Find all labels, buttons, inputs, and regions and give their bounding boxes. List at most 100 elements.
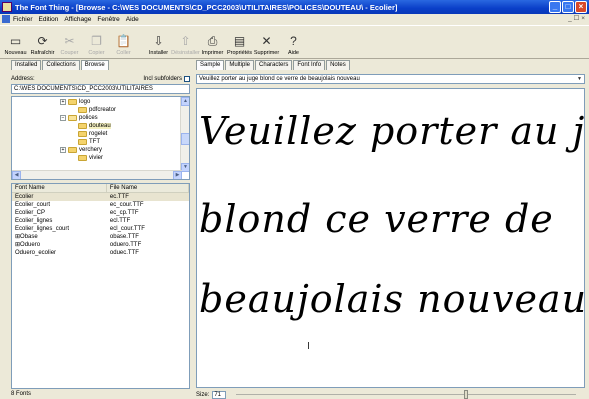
document-icon[interactable] <box>2 15 10 23</box>
tree-item-label: verchery <box>79 147 103 153</box>
menu-fichier[interactable]: Fichier <box>13 16 33 23</box>
tab-installed[interactable]: Installed <box>11 60 42 70</box>
font-name-cell: Ecolier_lignes_court <box>12 225 107 233</box>
font-name: Oduero <box>20 242 41 248</box>
tab-sample[interactable]: Sample <box>196 60 225 70</box>
properties-button[interactable]: ▤ Propriétés <box>226 26 253 58</box>
expand-icon[interactable]: + <box>60 147 66 153</box>
font-row[interactable]: ⊞Oduero oduero.TTF <box>12 241 189 249</box>
print-button[interactable]: ⎙ Imprimer <box>199 26 226 58</box>
size-slider-track[interactable] <box>236 394 576 395</box>
toolbar-button-label: Propriétés <box>226 50 253 56</box>
menu-bar: Fichier Edition Affichage Fenêtre Aide _… <box>0 14 589 24</box>
copy-icon: ❐ <box>91 34 102 48</box>
font-preview[interactable]: Veuillez porter au juge blond ce verre d… <box>196 88 585 388</box>
tab-label: Characters <box>259 62 289 68</box>
mdi-controls[interactable]: _ ☐ × <box>568 14 585 22</box>
install-icon: ⇩ <box>153 34 164 48</box>
size-slider-thumb[interactable] <box>463 390 468 399</box>
scroll-thumb[interactable] <box>181 133 189 145</box>
font-row[interactable]: ⊞Obase obase.TTF <box>12 233 189 241</box>
copy-button: ❐ Copier <box>83 26 110 58</box>
menu-affichage[interactable]: Affichage <box>64 16 91 23</box>
column-font-name[interactable]: Font Name <box>12 184 107 192</box>
toolbar-button-label: Copier <box>88 50 105 56</box>
menu-fenetre[interactable]: Fenêtre <box>97 16 119 23</box>
collapse-icon[interactable]: − <box>60 115 66 121</box>
font-row[interactable]: Ecolier_lignes ecl.TTF <box>12 217 189 225</box>
font-list[interactable]: Font Name File Name Ecolier ec.TTF Ecolier… <box>11 183 190 389</box>
scroll-down-icon[interactable]: ▼ <box>181 163 189 172</box>
delete-icon: ✕ <box>261 34 272 48</box>
uninstall-button: ⇧ Désinstaller <box>171 26 200 58</box>
tree-item[interactable]: vivier <box>78 155 103 161</box>
font-row[interactable]: Oduero_ecolier oduec.TTF <box>12 249 189 257</box>
folder-icon <box>78 123 87 129</box>
tree-item-label: rogelet <box>89 131 108 137</box>
tab-browse[interactable]: Browse <box>80 60 109 70</box>
menu-edition[interactable]: Edition <box>39 16 59 23</box>
include-subfolders[interactable]: Incl subfolders <box>143 76 190 82</box>
size-row: Size: 71 <box>196 390 589 399</box>
status-font-count: 8 Fonts <box>11 391 32 397</box>
column-file-name[interactable]: File Name <box>107 184 189 192</box>
scroll-left-icon[interactable]: ◀ <box>12 171 21 179</box>
install-button[interactable]: ⇩ Installer <box>145 26 172 58</box>
font-name-cell: Ecolier <box>12 193 107 201</box>
tree-item[interactable]: pdfcreator <box>78 107 116 113</box>
font-row[interactable]: Ecolier_court ec_cour.TTF <box>12 201 189 209</box>
tab-multiple[interactable]: Multiple <box>225 60 255 70</box>
address-input[interactable]: C:\WES DOCUMENTS\CD_PCC2003\UTILITAIRES <box>11 84 190 94</box>
tab-label: Browse <box>84 62 105 68</box>
preview-line: Veuillez porter au juge <box>199 109 585 153</box>
size-input[interactable]: 71 <box>212 390 227 399</box>
font-name: Ecolier_lignes_court <box>15 226 70 232</box>
help-icon: ? <box>290 34 297 48</box>
scroll-up-icon[interactable]: ▲ <box>181 97 189 106</box>
toolbar-button-label: Coller <box>116 50 131 56</box>
panel-splitter[interactable] <box>192 60 195 399</box>
new-window-button[interactable]: ▭ Nouveau <box>2 26 29 58</box>
menu-aide[interactable]: Aide <box>126 16 139 23</box>
include-subfolders-checkbox[interactable] <box>184 76 190 82</box>
font-row[interactable]: Ecolier ec.TTF <box>12 193 189 201</box>
toolbar: ▭ Nouveau ⟳ Rafraîchir ✂ Couper ❐ Copier 📋 Coller… <box>0 25 589 59</box>
delete-button[interactable]: ✕ Supprimer <box>253 26 280 58</box>
tab-collections[interactable]: Collections <box>42 60 80 70</box>
address-row: Address: Incl subfolders <box>11 76 190 82</box>
help-button[interactable]: ? Aide <box>280 26 307 58</box>
tab-font-info[interactable]: Font Info <box>293 60 326 70</box>
chevron-down-icon[interactable]: ▼ <box>575 75 584 83</box>
tab-notes[interactable]: Notes <box>326 60 350 70</box>
tree-item[interactable]: rogelet <box>78 131 107 137</box>
file-name-cell: ecl_cour.TTF <box>109 226 145 232</box>
folder-tree[interactable]: + logo pdfcreator − polices douteau rogelet TFT… <box>11 96 190 180</box>
tree-item[interactable]: − polices <box>60 115 98 121</box>
folder-icon <box>78 139 87 145</box>
window-title: The Font Thing - [Browse - C:\WES DOCUME… <box>15 2 398 12</box>
close-button[interactable]: × <box>575 1 587 13</box>
folder-icon <box>78 107 87 113</box>
tree-item-label: vivier <box>89 155 104 161</box>
tree-item[interactable]: douteau <box>78 123 111 129</box>
font-row[interactable]: Ecolier_CP ec_cp.TTF <box>12 209 189 217</box>
sample-text-input[interactable]: Veuillez porter au juge blond ce verre d… <box>196 74 585 84</box>
toolbar-button-label: Installer <box>148 50 169 56</box>
font-list-header: Font Name File Name <box>12 184 189 193</box>
scroll-right-icon[interactable]: ▶ <box>173 171 182 179</box>
maximize-button[interactable]: □ <box>562 1 574 13</box>
minimize-button[interactable]: _ <box>549 1 561 13</box>
tree-horizontal-scrollbar[interactable]: ◀ ▶ <box>12 170 182 179</box>
tree-item-label: pdfcreator <box>89 107 117 113</box>
tree-item[interactable]: TFT <box>78 139 100 145</box>
file-name-cell: ecl.TTF <box>109 218 131 224</box>
expand-icon[interactable]: + <box>60 99 66 105</box>
tree-vertical-scrollbar[interactable]: ▲ ▼ <box>180 97 189 172</box>
tree-item[interactable]: + verchery <box>60 147 102 153</box>
tab-characters[interactable]: Characters <box>255 60 293 70</box>
refresh-button[interactable]: ⟳ Rafraîchir <box>29 26 56 58</box>
tree-item[interactable]: + logo <box>60 99 90 105</box>
font-row[interactable]: Ecolier_lignes_court ecl_cour.TTF <box>12 225 189 233</box>
font-name: Ecolier <box>15 194 34 200</box>
sample-panel: Sample Multiple Characters Font Info Not… <box>196 60 589 399</box>
